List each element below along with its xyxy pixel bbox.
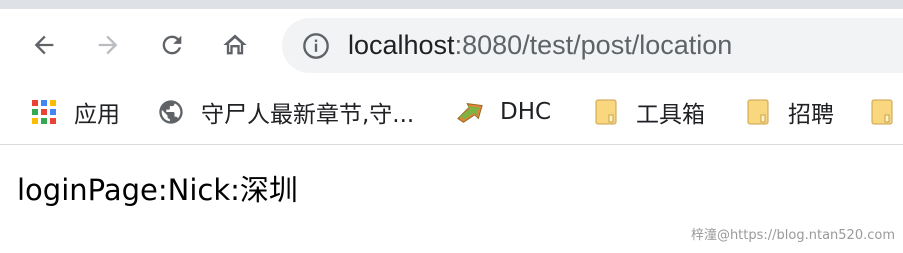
url-path: :8080/test/post/location (454, 30, 733, 60)
reload-button[interactable] (154, 27, 190, 63)
dhc-arrow-icon (456, 98, 484, 126)
bookmark-label: 应用 (74, 102, 120, 128)
bookmark-toolbox[interactable]: 工具箱 (592, 92, 705, 132)
tab-strip (0, 0, 903, 9)
reload-icon (162, 35, 182, 55)
back-arrow-icon (34, 35, 54, 55)
folder-icon (744, 98, 772, 126)
back-button[interactable] (26, 27, 62, 63)
apps-grid-icon (30, 98, 58, 126)
page-response-text: loginPage:Nick:深圳 (17, 173, 298, 207)
bookmark-dhc[interactable]: DHC (456, 92, 551, 132)
bookmark-label: DHC (500, 99, 552, 125)
browser-toolbar: localhost:8080/test/post/location (0, 9, 903, 82)
url-host: localhost (348, 30, 455, 60)
info-icon[interactable] (302, 32, 330, 60)
bookmarks-bar: 应用 守尸人最新章节,守... DHC 工具箱 招聘 (0, 82, 903, 145)
bookmark-label: 招聘 (788, 102, 834, 128)
bookmark-apps[interactable]: 应用 (30, 92, 120, 132)
url-text[interactable]: localhost:8080/test/post/location (348, 28, 732, 63)
bookmark-folder-partial[interactable] (868, 92, 896, 132)
bookmark-novel-site[interactable]: 守尸人最新章节,守... (157, 92, 414, 132)
home-button[interactable] (217, 27, 253, 63)
bookmark-label: 工具箱 (636, 102, 705, 128)
watermark: 梓潼@https://blog.ntan520.com (690, 228, 895, 243)
forward-arrow-icon (98, 35, 118, 55)
bookmark-label: 守尸人最新章节,守... (201, 102, 415, 128)
address-bar[interactable]: localhost:8080/test/post/location (282, 18, 903, 73)
folder-icon (868, 98, 896, 126)
globe-icon (157, 98, 185, 126)
forward-button[interactable] (90, 27, 126, 63)
page-content: loginPage:Nick:深圳 梓潼@https://blog.ntan52… (0, 145, 903, 253)
bookmark-recruit[interactable]: 招聘 (744, 92, 834, 132)
home-icon (223, 34, 247, 55)
folder-icon (592, 98, 620, 126)
